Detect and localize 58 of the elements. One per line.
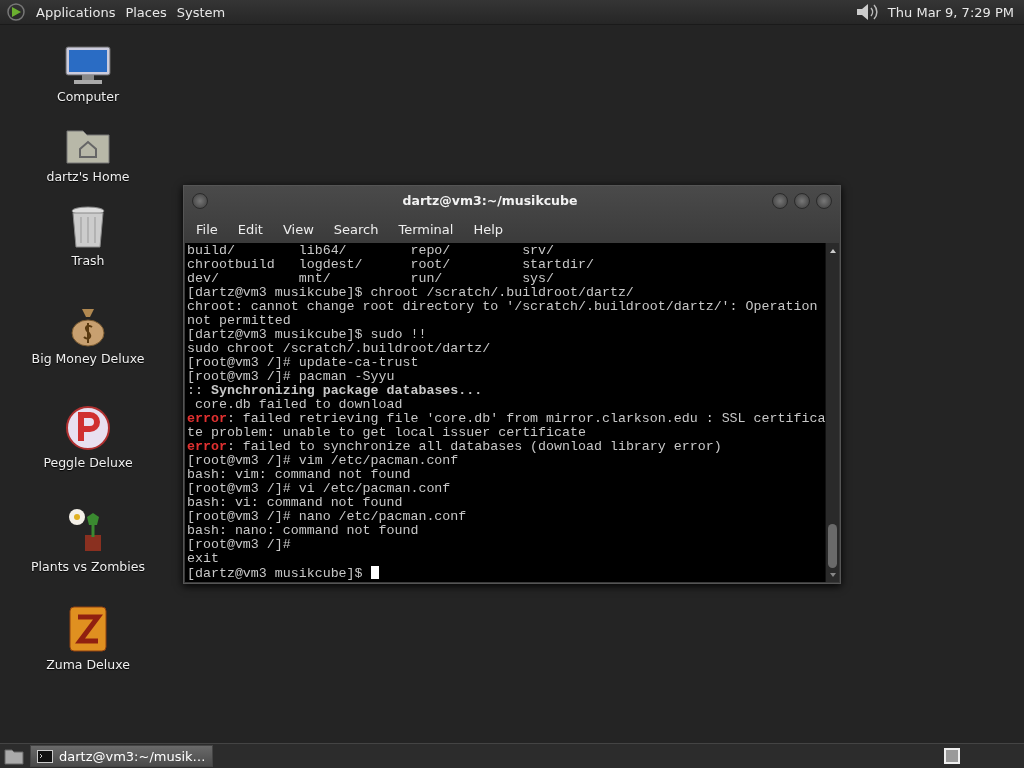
window-title: dartz@vm3:~/musikcube xyxy=(401,193,579,208)
scrollbar[interactable] xyxy=(825,243,839,582)
terminal-line: core.db failed to download xyxy=(193,398,404,412)
menu-item[interactable]: View xyxy=(272,221,324,237)
terminal-line: chroot: cannot change root directory to '/scratch/.buildroot/dartz/': Operation xyxy=(187,300,819,314)
panel-menu[interactable]: Places xyxy=(125,4,167,20)
desktop-icon-label[interactable]: Plants vs Zombies xyxy=(31,559,145,574)
zuma-block-icon xyxy=(68,605,108,653)
ball-icon xyxy=(65,405,111,451)
main-menu-icon[interactable] xyxy=(6,2,26,22)
terminal-line: [root@vm3 /]# nano /etc/pacman.conf xyxy=(187,510,468,524)
trash-icon xyxy=(70,205,106,249)
desktop-icon-label[interactable]: Peggle Deluxe xyxy=(43,455,133,470)
menu-item[interactable]: Terminal xyxy=(388,221,464,237)
menu-item[interactable]: Search xyxy=(323,221,389,237)
desktop-icon-label[interactable]: Computer xyxy=(56,89,120,104)
desktop-icon-label[interactable]: Trash xyxy=(71,253,105,268)
scrollbar-thumb[interactable] xyxy=(828,524,837,568)
taskbar-button[interactable]: dartz@vm3:~/musik… xyxy=(30,745,213,767)
terminal-line: not permitted xyxy=(187,314,292,328)
workspace-switcher[interactable] xyxy=(944,748,960,764)
terminal-line: chrootbuild logdest/ root/ startdir/ xyxy=(187,258,595,272)
terminal-line: bash: vi: command not found xyxy=(187,496,404,510)
terminal-line: [dartz@vm3 musikcube]$ chroot /scratch/.buildroot/dartz/ xyxy=(187,286,635,300)
terminal-line: [dartz@vm3 musikcube]$ sudo !! xyxy=(187,328,428,342)
terminal-line: [root@vm3 /]# vi /etc/pacman.conf xyxy=(187,482,452,496)
maximize-button[interactable] xyxy=(794,192,810,209)
terminal-line: dev/ mnt/ run/ sys/ xyxy=(187,272,556,286)
terminal-line: [root@vm3 /]# pacman -Syyu xyxy=(187,370,396,384)
terminal-icon xyxy=(37,749,53,763)
terminal-line: bash: nano: command not found xyxy=(187,524,420,538)
panel-menu[interactable]: System xyxy=(176,4,226,20)
menu-item[interactable]: Edit xyxy=(227,221,273,237)
cursor-icon xyxy=(370,566,379,579)
terminal-line: error: failed to synchronize all databases (download library error) xyxy=(187,440,723,454)
terminal-line: [root@vm3 /]# xyxy=(187,538,292,552)
show-desktop-icon[interactable] xyxy=(4,747,24,765)
terminal-line: build/ lib64/ repo/ srv/ xyxy=(187,244,556,258)
terminal-line: :: Synchronizing package databases... xyxy=(187,384,484,398)
terminal-line: [dartz@vm3 musikcube]$ xyxy=(187,566,826,580)
desktop-icon-label[interactable]: Zuma Deluxe xyxy=(46,657,130,672)
terminal-line: error: failed retrieving file 'core.db' from mirror.clarkson.edu : SSL certifica xyxy=(187,412,826,426)
clock[interactable]: Thu Mar 9, 7:29 PM xyxy=(887,4,1014,20)
desktop-icon-label[interactable]: Big Money Deluxe xyxy=(31,351,145,366)
panel-menu[interactable]: Applications xyxy=(36,4,116,20)
terminal-line: [root@vm3 /]# vim /etc/pacman.conf xyxy=(187,454,460,468)
menu-item[interactable]: File xyxy=(186,221,228,237)
terminal-line: te problem: unable to get local issuer certificate xyxy=(187,426,587,440)
window-menu-button[interactable] xyxy=(192,192,208,209)
terminal-line: [root@vm3 /]# update-ca-trust xyxy=(187,356,420,370)
terminal-line: exit xyxy=(187,552,220,566)
minimize-button[interactable] xyxy=(772,192,788,209)
monitor-icon xyxy=(64,45,112,85)
terminal-line: sudo chroot /scratch/.buildroot/dartz/ xyxy=(187,342,492,356)
desktop-icon-label[interactable]: dartz's Home xyxy=(46,169,130,184)
menu-item[interactable]: Help xyxy=(463,221,514,237)
close-button[interactable] xyxy=(816,192,832,209)
terminal-line: bash: vim: command not found xyxy=(187,468,412,482)
